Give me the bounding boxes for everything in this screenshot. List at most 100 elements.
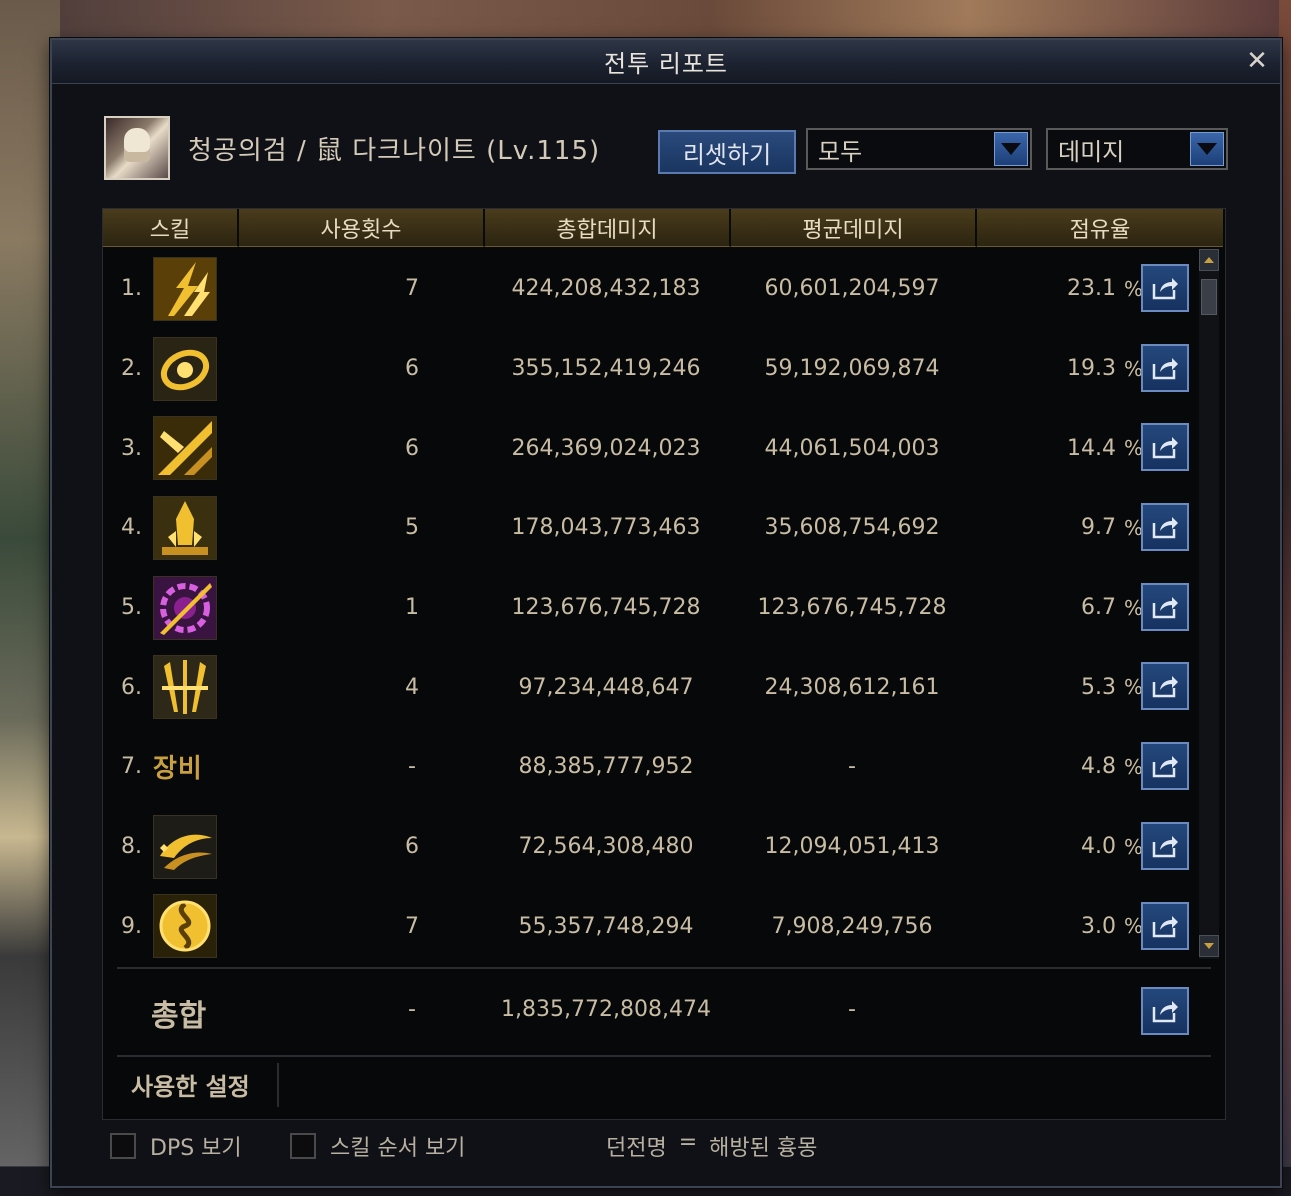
skill-icon-cell [153,647,217,727]
table-row: 1. 7 424,208,432,183 60,601,204,597 23.1… [103,249,1203,329]
share-icon [1152,756,1178,778]
background-top [0,0,1291,40]
total-damage: 55,357,748,294 [518,913,694,939]
dungeon-key: 던전명 [606,1136,667,1161]
total-damage-sum: 1,835,772,808,474 [501,997,711,1022]
skill-icon-cell [153,488,217,568]
dungeon-info: 던전명 = 해방된 흉몽 [606,1130,817,1162]
share-value: 19.3 [1067,356,1116,382]
table-row: 3. 6 264,369,024,023 44,061,504,003 14.4… [103,408,1203,488]
dps-view-label: DPS 보기 [150,1136,242,1161]
share: 9.7% [983,488,1143,568]
rank: 9. [121,913,142,939]
header-avg[interactable]: 평균데미지 [731,209,977,247]
share-button[interactable] [1141,901,1189,950]
share: 3.0% [983,887,1143,967]
orb-skill-icon [153,894,217,959]
avg-damage: 59,192,069,874 [764,356,940,382]
total-row: 총합 - 1,835,772,808,474 - [103,969,1203,1053]
rank: 8. [121,834,142,860]
share-button[interactable] [1141,742,1189,791]
dungeon-eq: = [678,1130,698,1155]
scrollbar-track[interactable] [1199,249,1219,959]
skill-icon-cell [153,249,217,329]
scroll-down-button[interactable] [1199,935,1219,957]
chevron-down-icon[interactable] [994,132,1028,166]
share-icon [1152,835,1178,858]
share-value: 14.4 [1067,435,1116,461]
close-button[interactable]: ✕ [1242,46,1272,76]
share-button[interactable] [1141,264,1189,312]
dungeon-name: 해방된 흉몽 [709,1136,818,1161]
skill-icon-cell [153,807,217,887]
share-button[interactable] [1141,582,1189,631]
avg-damage: 60,601,204,597 [764,276,940,302]
share-value: 3.0 [1080,913,1116,939]
share-button[interactable] [1141,503,1189,552]
share: 5.3% [983,647,1143,727]
scrollbar-thumb[interactable] [1201,279,1217,315]
avg-damage: 44,061,504,003 [764,435,940,461]
avg-damage: 35,608,754,692 [764,515,940,541]
checkbox-box[interactable] [110,1133,136,1159]
share-button[interactable] [1141,423,1189,472]
share-value: 23.1 [1067,276,1116,302]
total-damage: 264,369,024,023 [511,435,701,461]
checkbox-box[interactable] [290,1133,316,1159]
total-damage: 88,385,777,952 [518,754,694,780]
footer: DPS 보기 스킬 순서 보기 던전명 = 해방된 흉몽 [108,1126,1208,1162]
share-button[interactable] [1141,662,1189,711]
table-row: 4. 5 178,043,773,463 35,608,754,692 9.7% [103,488,1203,568]
share: 23.1% [983,249,1143,329]
skill-order-label: 스킬 순서 보기 [330,1136,466,1161]
equipment-label: 장비 [153,754,203,785]
skill-order-checkbox[interactable]: 스킬 순서 보기 [290,1130,465,1162]
reset-button[interactable]: 리셋하기 [658,130,796,174]
header-total[interactable]: 총합데미지 [485,209,731,247]
battle-report-window: 전투 리포트 ✕ 청공의검 / 鼠 다크나이트 (Lv.115) 리셋하기 모두… [50,38,1282,1188]
header-share[interactable]: 점유율 [977,209,1223,247]
share-button[interactable] [1141,343,1189,392]
share-icon [1152,517,1178,539]
rank: 1. [121,276,142,302]
skill-icon-cell [153,568,217,648]
share-icon [1152,278,1178,300]
header-uses[interactable]: 사용횟수 [239,209,485,247]
dps-view-checkbox[interactable]: DPS 보기 [110,1130,242,1162]
rank: 3. [121,435,142,461]
claw-skill-icon [153,655,217,720]
rank: 7. [121,754,142,780]
header-skill[interactable]: 스킬 [103,209,239,247]
scroll-up-button[interactable] [1199,249,1219,271]
total-avg: - [848,997,856,1022]
skill-icon-cell: 장비 [153,727,217,807]
metric-value: 데미지 [1058,137,1125,166]
close-icon: ✕ [1246,46,1268,76]
title-bar[interactable]: 전투 리포트 ✕ [52,40,1280,84]
total-damage: 97,234,448,647 [518,674,694,700]
rank: 5. [121,595,142,621]
avg-damage: - [848,754,856,780]
wave-skill-icon [153,814,217,879]
table-row: 5. 1 123,676,745,728 123,676,745,728 6.7… [103,568,1203,648]
lightning-skill-icon [153,256,217,321]
share-button[interactable] [1141,821,1189,870]
share: 19.3% [983,329,1143,409]
chevron-down-icon[interactable] [1190,132,1224,166]
total-label: 총합 [151,999,207,1034]
share-icon [1152,437,1178,459]
table-row: 2. 6 355,152,419,246 59,192,069,874 19.3… [103,329,1203,409]
share-icon [1152,596,1178,618]
table-row: 9. 7 55,357,748,294 7,908,249,756 3.0% [103,887,1203,967]
avg-damage: 12,094,051,413 [764,834,940,860]
share-icon [1152,676,1178,698]
table-row: 7. 장비 - 88,385,777,952 - 4.8% [103,727,1203,807]
avg-damage: 24,308,612,161 [764,674,940,700]
avg-damage: 123,676,745,728 [757,595,947,621]
window-title: 전투 리포트 [603,50,729,78]
metric-select[interactable]: 데미지 [1046,128,1228,170]
share-value: 4.8 [1080,754,1116,780]
total-share-button[interactable] [1141,987,1189,1035]
purple-gear-skill-icon [153,575,217,640]
filter-select[interactable]: 모두 [806,128,1032,170]
